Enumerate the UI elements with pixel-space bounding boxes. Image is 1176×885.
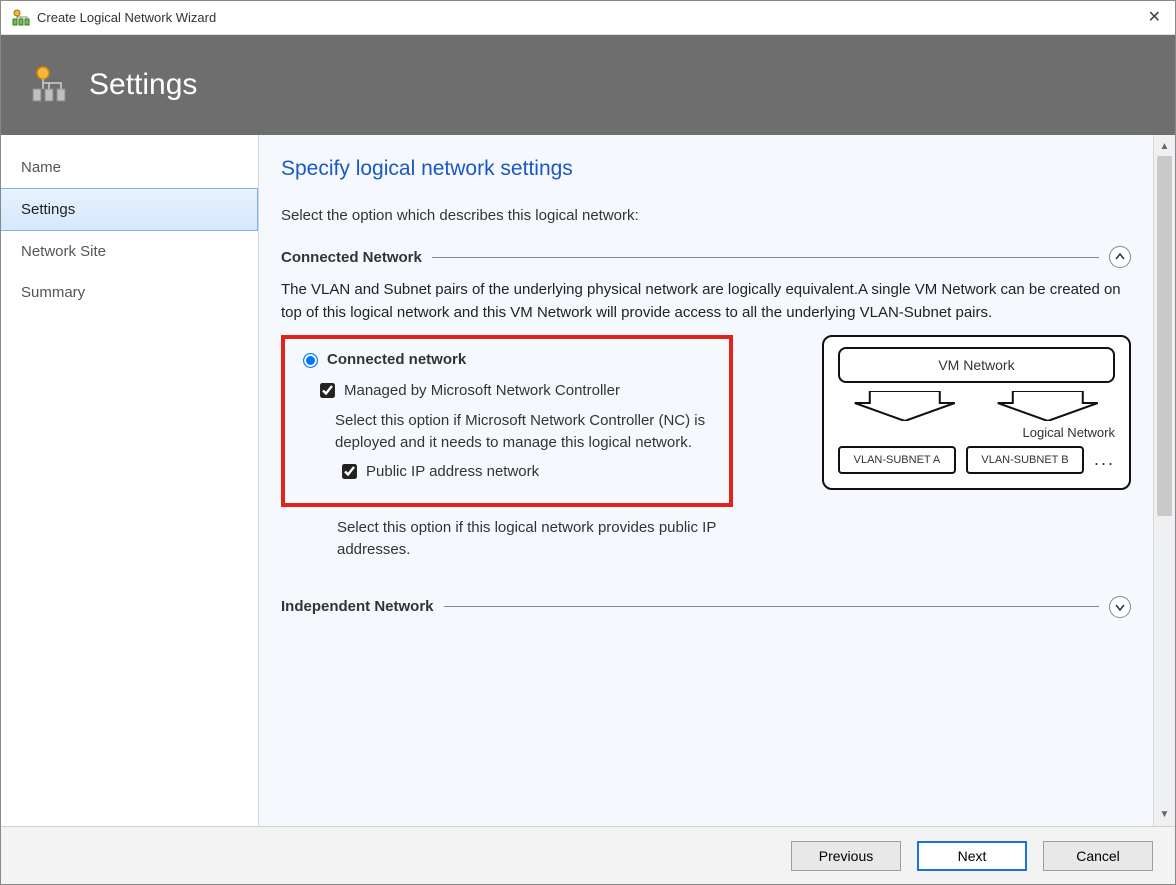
- connected-network-radio-label: Connected network: [327, 351, 466, 368]
- diagram-vm-box: VM Network: [838, 347, 1115, 383]
- content: Specify logical network settings Select …: [259, 135, 1153, 826]
- diagram-arrow: [838, 391, 972, 421]
- section-title: Connected Network: [281, 249, 422, 266]
- scroll-track[interactable]: [1154, 156, 1175, 805]
- section-connected-header: Connected Network: [281, 246, 1131, 268]
- header: Settings: [1, 35, 1175, 135]
- sidebar-item-label: Summary: [21, 284, 85, 301]
- managed-by-nc-checkbox[interactable]: [320, 383, 335, 398]
- section-description: The VLAN and Subnet pairs of the underly…: [281, 278, 1131, 325]
- diagram-ellipsis: ...: [1094, 449, 1115, 470]
- footer: Previous Next Cancel: [1, 826, 1175, 884]
- page-title: Settings: [89, 68, 197, 102]
- diagram-logical-label: Logical Network: [838, 425, 1115, 440]
- scroll-down-icon[interactable]: ▼: [1160, 805, 1170, 824]
- close-icon[interactable]: ✕: [1148, 7, 1161, 27]
- public-ip-checkbox[interactable]: [342, 464, 357, 479]
- managed-by-nc-label: Managed by Microsoft Network Controller: [344, 382, 620, 399]
- collapse-icon[interactable]: [1109, 246, 1131, 268]
- sidebar-item-settings[interactable]: Settings: [1, 188, 258, 231]
- titlebar: Create Logical Network Wizard ✕: [1, 1, 1175, 35]
- header-icon: [29, 65, 71, 105]
- content-intro: Select the option which describes this l…: [281, 207, 1131, 224]
- app-icon: [11, 9, 31, 27]
- section-title: Independent Network: [281, 598, 434, 615]
- diagram-vlan-a: VLAN-SUBNET A: [838, 446, 956, 474]
- previous-button[interactable]: Previous: [791, 841, 901, 871]
- expand-icon[interactable]: [1109, 596, 1131, 618]
- divider: [444, 606, 1099, 607]
- connected-network-radio[interactable]: [303, 353, 318, 368]
- diagram-arrow: [981, 391, 1115, 421]
- sidebar-item-network-site[interactable]: Network Site: [1, 231, 258, 272]
- managed-by-nc-desc: Select this option if Microsoft Network …: [335, 410, 715, 455]
- highlighted-settings: Connected network Managed by Microsoft N…: [281, 335, 733, 507]
- network-diagram: VM Network Logical Network VLAN-SUBNET A…: [822, 335, 1131, 490]
- public-ip-desc: Select this option if this logical netwo…: [337, 517, 792, 562]
- sidebar-item-name[interactable]: Name: [1, 147, 258, 188]
- divider: [432, 257, 1099, 258]
- public-ip-label: Public IP address network: [366, 463, 539, 480]
- sidebar-item-label: Name: [21, 159, 61, 176]
- sidebar-item-label: Settings: [21, 201, 75, 218]
- sidebar-item-summary[interactable]: Summary: [1, 272, 258, 313]
- diagram-vlan-b: VLAN-SUBNET B: [966, 446, 1084, 474]
- vertical-scrollbar[interactable]: ▲ ▼: [1153, 135, 1175, 826]
- scroll-thumb[interactable]: [1157, 156, 1172, 516]
- sidebar-item-label: Network Site: [21, 243, 106, 260]
- content-heading: Specify logical network settings: [281, 157, 1131, 181]
- next-button[interactable]: Next: [917, 841, 1027, 871]
- scroll-up-icon[interactable]: ▲: [1160, 137, 1170, 156]
- window-title: Create Logical Network Wizard: [37, 10, 216, 25]
- cancel-button[interactable]: Cancel: [1043, 841, 1153, 871]
- sidebar: Name Settings Network Site Summary: [1, 135, 259, 826]
- section-independent-header: Independent Network: [281, 596, 1131, 618]
